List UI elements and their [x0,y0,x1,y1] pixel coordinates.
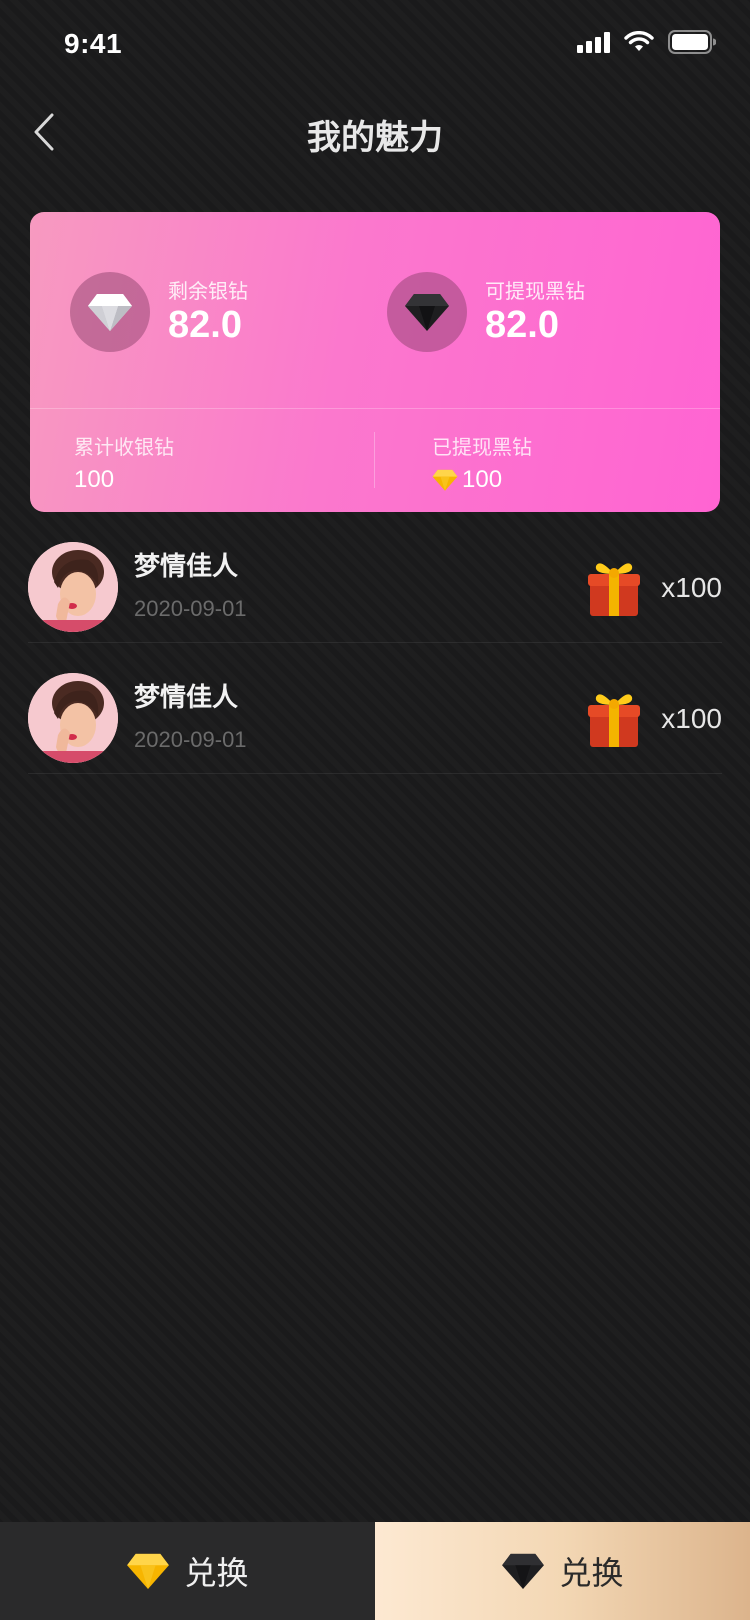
withdrawn-value: 100 [462,466,503,493]
page-title: 我的魅力 [307,118,443,158]
gift-box-icon [586,556,642,618]
status-bar: 9:41 [0,0,750,92]
withdrawn-label: 已提现黑钻 [432,435,532,459]
black-balance: 可提现黑钻 82.0 [387,272,585,352]
total-received-value: 100 [74,466,115,493]
record-name: 梦情佳人 [134,683,239,713]
silver-balance: 剩余银钻 82.0 [70,272,248,352]
withdrawn: 已提现黑钻 100 [432,434,532,494]
gift-count: x100 [661,572,722,603]
battery-icon [668,30,716,54]
black-diamond-badge [387,272,467,352]
record-name: 梦情佳人 [134,552,239,582]
wifi-icon [624,31,654,53]
avatar [28,673,118,763]
card-divider-vertical [374,432,375,488]
stats-card: 剩余银钻 82.0 可提现黑钻 82.0 累计收银钻 100 已提现黑钻 100 [30,212,720,512]
black-balance-value: 82.0 [485,304,559,346]
status-icons [577,30,716,54]
gift-box-icon [586,687,642,749]
record-date: 2020-09-01 [134,596,247,621]
gold-diamond-icon [432,469,458,491]
black-diamond-icon [502,1553,545,1590]
signal-icon [577,31,610,53]
list-item[interactable]: 梦情佳人 2020-09-01 x100 [28,643,722,774]
card-top: 剩余银钻 82.0 可提现黑钻 82.0 [30,212,720,408]
black-diamond-icon [405,294,449,331]
silver-diamond-badge [70,272,150,352]
silver-exchange-label: 兑换 [184,1554,249,1592]
gold-diamond-icon [127,1553,170,1590]
card-divider [30,408,720,409]
list-item[interactable]: 梦情佳人 2020-09-01 x100 [28,512,722,643]
record-date: 2020-09-01 [134,727,247,752]
silver-balance-label: 剩余银钻 [168,279,248,303]
avatar [28,542,118,632]
total-received: 累计收银钻 100 [74,434,174,494]
black-balance-label: 可提现黑钻 [485,279,585,303]
silver-exchange-button[interactable]: 兑换 [0,1522,375,1620]
gift-count: x100 [661,703,722,734]
silver-balance-value: 82.0 [168,304,242,346]
silver-diamond-icon [88,294,132,331]
record-list: 梦情佳人 2020-09-01 x100 梦情佳人 2020-09-01 x10… [0,512,750,774]
screen: 9:41 我的魅力 剩余银钻 82.0 可提现黑钻 82.0 累计收银钻 100… [0,0,750,1620]
bottom-bar: 兑换 兑换 [0,1522,750,1620]
total-received-label: 累计收银钻 [74,435,174,459]
black-exchange-button[interactable]: 兑换 [375,1522,750,1620]
black-exchange-label: 兑换 [559,1554,624,1592]
status-time: 9:41 [64,28,123,59]
nav-bar: 我的魅力 [0,92,750,172]
